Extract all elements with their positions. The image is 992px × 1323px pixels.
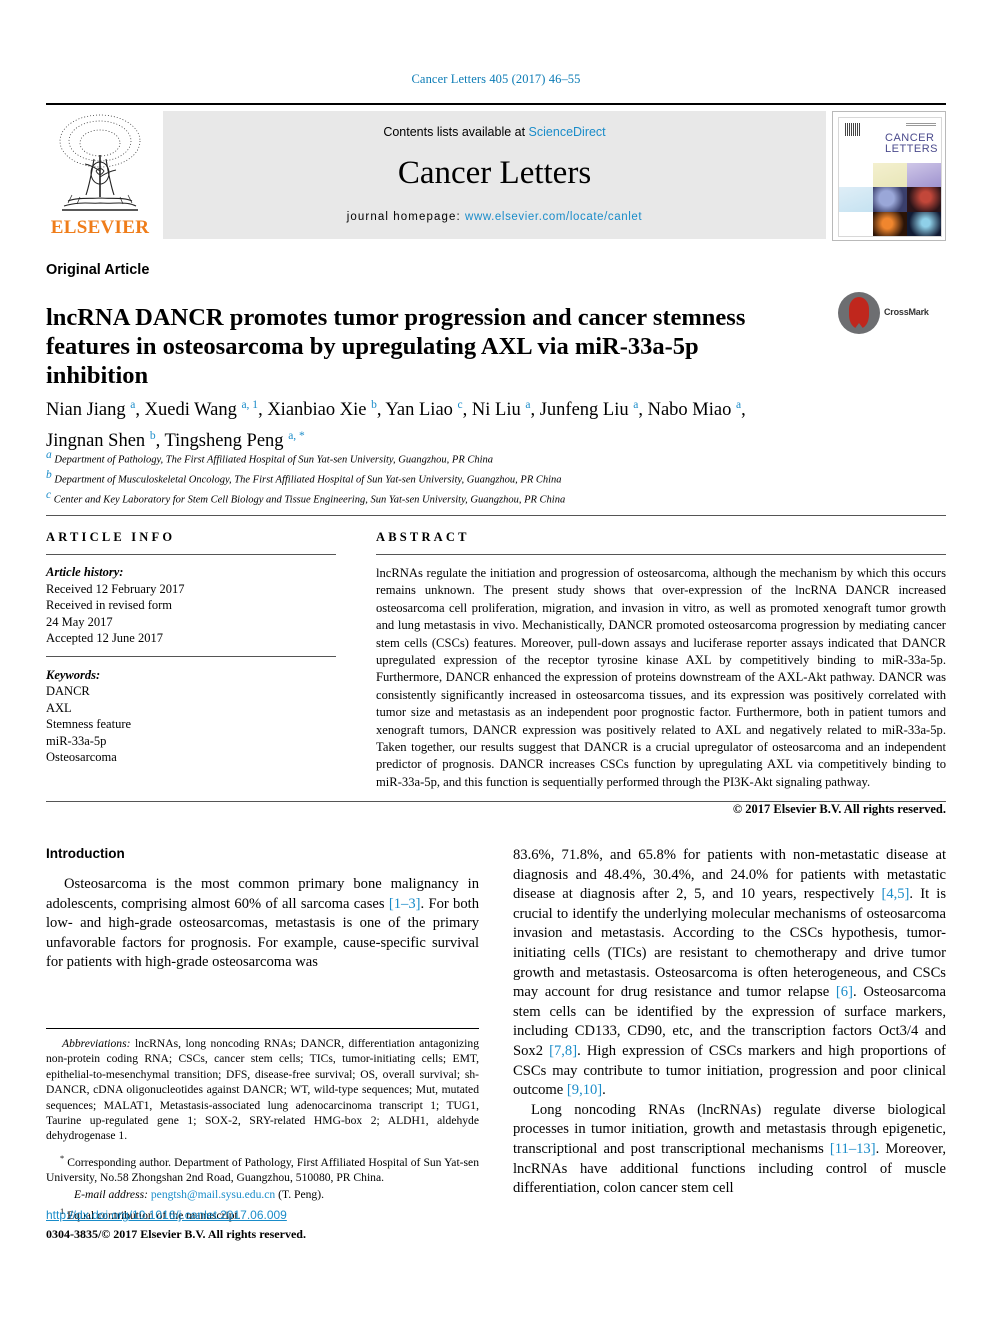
author-list: Nian Jiang a, Xuedi Wang a, 1, Xianbiao … (46, 392, 926, 454)
intro-paragraph-left: Osteosarcoma is the most common primary … (46, 876, 479, 971)
history-received: Received 12 February 2017 (46, 581, 185, 596)
journal-homepage-line: journal homepage: www.elsevier.com/locat… (163, 211, 826, 223)
email-link[interactable]: pengtsh@mail.sysu.edu.cn (151, 1188, 275, 1201)
affiliation-b: b Department of Musculoskeletal Oncology… (46, 468, 926, 488)
elsevier-tree-icon (52, 111, 148, 215)
keyword-item: AXL (46, 700, 72, 715)
article-info-column: ARTICLE INFO Article history: Received 1… (46, 530, 336, 766)
cover-header-rule (906, 123, 936, 126)
email-label: E-mail address: (74, 1187, 148, 1201)
abstract-column: ABSTRACT lncRNAs regulate the initiation… (376, 530, 946, 817)
abstract-copyright: © 2017 Elsevier B.V. All rights reserved… (732, 802, 946, 817)
affiliation-mark-a: a (46, 449, 52, 461)
corresponding-marker: * (60, 1153, 65, 1163)
barcode-icon (845, 123, 860, 136)
contents-prefix: Contents lists available at (383, 125, 529, 139)
affiliation-text-c: Center and Key Laboratory for Stem Cell … (53, 494, 566, 506)
homepage-url-link[interactable]: www.elsevier.com/locate/canlet (465, 211, 642, 223)
running-head: Cancer Letters 405 (2017) 46–55 (411, 72, 581, 86)
intro-paragraph-right-2: Long noncoding RNAs (lncRNAs) regulate d… (513, 1101, 946, 1197)
journal-article-page: Cancer Letters 405 (2017) 46–55 ELSEVIER… (0, 0, 992, 1323)
abstract-rule (376, 554, 946, 555)
info-abstract-block: ARTICLE INFO Article history: Received 1… (46, 515, 946, 816)
corresponding-author-note: * Corresponding author. Department of Pa… (46, 1151, 479, 1186)
affiliation-mark-c: c (46, 489, 52, 501)
email-note: E-mail address: pengtsh@mail.sysu.edu.cn… (46, 1187, 479, 1202)
homepage-label: journal homepage: (346, 211, 466, 223)
cover-title: CANCER LETTERS (885, 133, 938, 155)
article-type-label: Original Article (46, 262, 150, 278)
keyword-item: miR-33a-5p (46, 733, 107, 748)
affiliation-text-b: Department of Musculoskeletal Oncology, … (54, 474, 562, 486)
introduction-heading: Introduction (46, 846, 125, 861)
abbreviations-note: Abbreviations: lncRNAs, long noncoding R… (46, 1036, 479, 1144)
journal-cover-thumbnail: CANCER LETTERS (832, 111, 946, 241)
affiliation-list: a Department of Pathology, The First Aff… (46, 448, 926, 508)
keyword-item: Osteosarcoma (46, 750, 117, 764)
article-history-label: Article history: (46, 565, 124, 579)
journal-title: Cancer Letters (397, 155, 592, 191)
footnote-block: Abbreviations: lncRNAs, long noncoding R… (46, 1028, 479, 1223)
elsevier-logo: ELSEVIER (46, 111, 154, 239)
body-column-right: 83.6%, 71.8%, and 65.8% for patients wit… (513, 846, 946, 1199)
contents-available-line: Contents lists available at ScienceDirec… (163, 125, 826, 139)
affiliation-mark-b: b (46, 469, 52, 481)
abbreviations-text: lncRNAs, long noncoding RNAs; DANCR, dif… (46, 1037, 479, 1143)
article-info-rule (46, 554, 336, 555)
crossmark-badge[interactable]: CrossMark (838, 292, 934, 334)
history-revised: Received in revised form (46, 598, 172, 612)
keyword-item: DANCR (46, 684, 90, 698)
crossmark-icon (838, 292, 880, 334)
issn-copyright-line: 0304-3835/© 2017 Elsevier B.V. All right… (46, 1227, 306, 1241)
author-line-1: Nian Jiang a, Xuedi Wang a, 1, Xianbiao … (46, 399, 746, 421)
crossmark-label: CrossMark (884, 307, 929, 317)
body-column-left: Introduction Osteosarcoma is the most co… (46, 846, 479, 973)
keywords-label: Keywords: (46, 667, 101, 682)
cover-image-grid (839, 163, 941, 236)
cover-title-line2: LETTERS (885, 143, 939, 155)
keywords-rule (46, 655, 336, 657)
history-accepted: Accepted 12 June 2017 (46, 631, 163, 645)
history-revised-date: 24 May 2017 (46, 614, 113, 629)
article-info-heading: ARTICLE INFO (46, 530, 176, 544)
corresponding-author-text: Corresponding author. Department of Path… (46, 1155, 479, 1185)
intro-paragraph-right-1: 83.6%, 71.8%, and 65.8% for patients wit… (513, 847, 947, 1099)
abbreviations-label: Abbreviations: (62, 1037, 131, 1050)
email-suffix: (T. Peng). (278, 1187, 324, 1201)
sciencedirect-link[interactable]: ScienceDirect (529, 125, 606, 139)
elsevier-wordmark: ELSEVIER (50, 217, 150, 238)
affiliation-c: c Center and Key Laboratory for Stem Cel… (46, 488, 926, 508)
abstract-heading: ABSTRACT (376, 530, 470, 544)
keyword-item: Stemness feature (46, 717, 132, 731)
masthead-panel: Contents lists available at ScienceDirec… (163, 111, 826, 239)
page-title: lncRNA DANCR promotes tumor progression … (46, 304, 746, 390)
journal-masthead: ELSEVIER Contents lists available at Sci… (46, 103, 946, 241)
doi-link[interactable]: http://dx.doi.org/10.1016/j.canlet.2017.… (46, 1208, 287, 1222)
abstract-text: lncRNAs regulate the initiation and prog… (376, 566, 946, 789)
doi-footer: http://dx.doi.org/10.1016/j.canlet.2017.… (46, 1206, 496, 1242)
affiliation-text-a: Department of Pathology, The First Affil… (54, 454, 494, 466)
article-history: Article history: Received 12 February 20… (46, 564, 336, 647)
affiliation-a: a Department of Pathology, The First Aff… (46, 448, 926, 468)
keyword-list: Keywords: DANCR AXL Stemness feature miR… (46, 667, 336, 766)
